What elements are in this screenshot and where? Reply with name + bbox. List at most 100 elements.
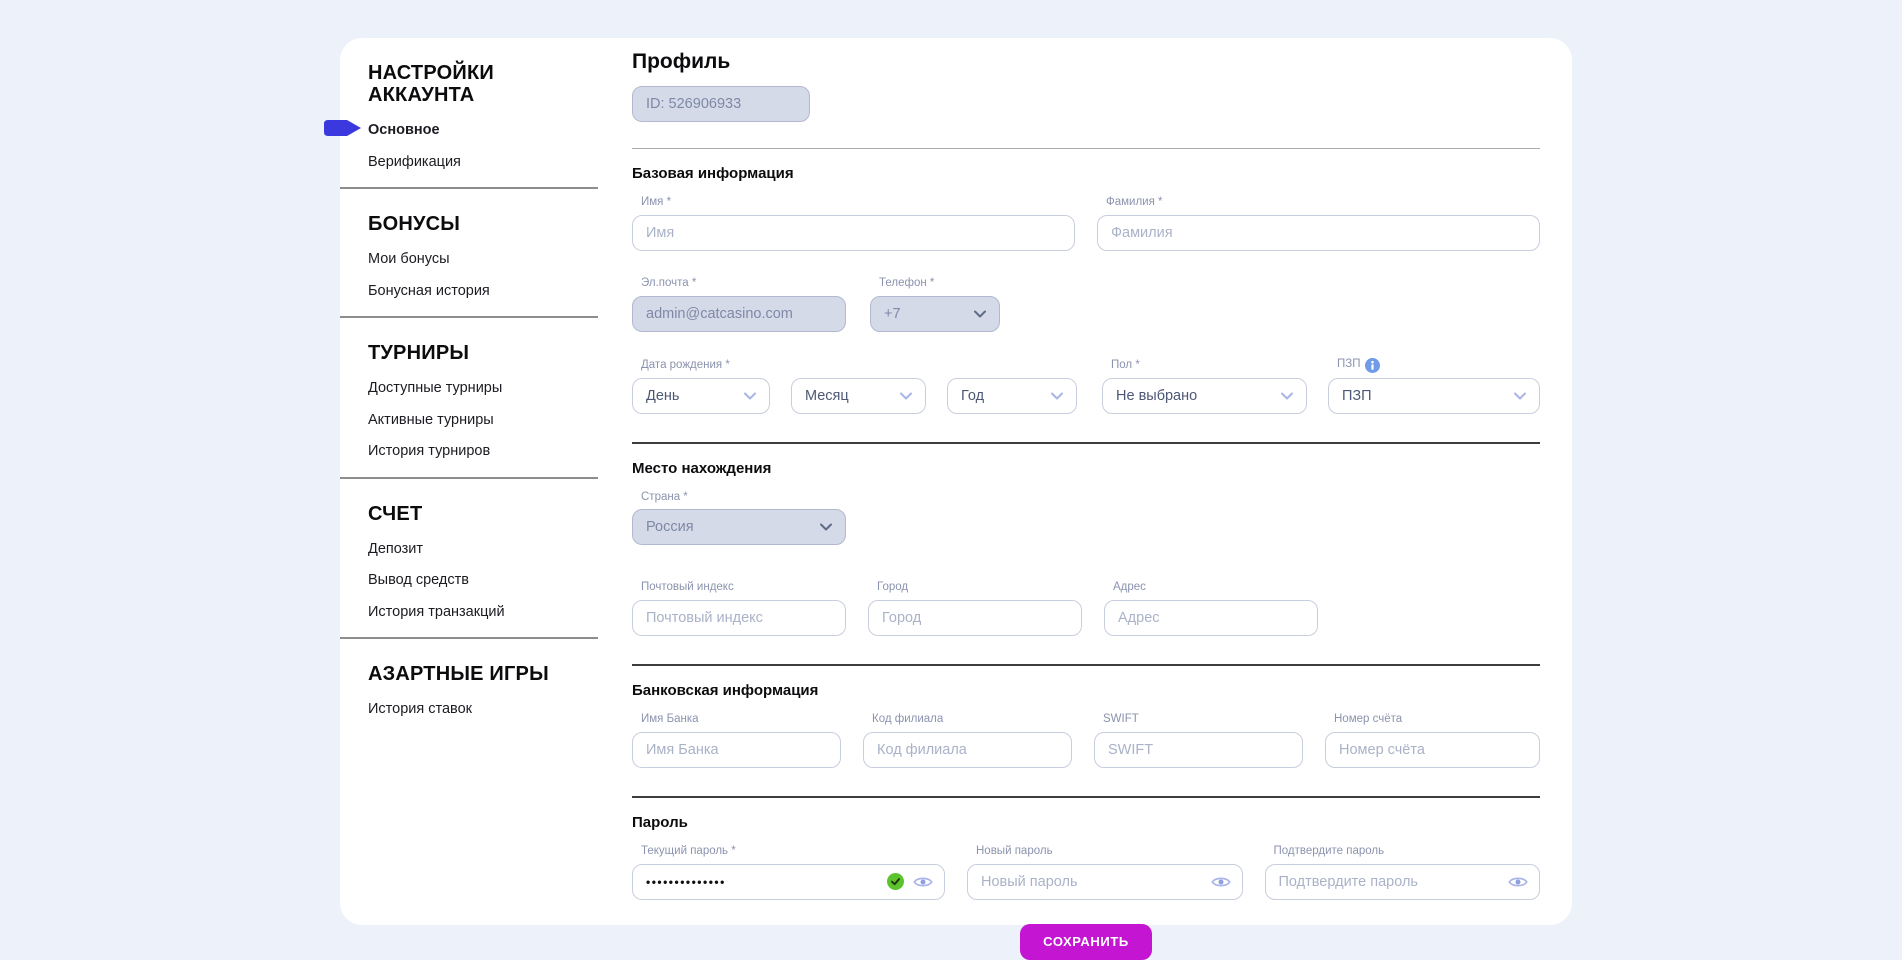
sidebar-group-bonuses: БОНУСЫ Мои бонусы Бонусная история [368, 199, 608, 318]
sidebar-group-title: НАСТРОЙКИ АККАУНТА [368, 62, 568, 106]
postal-code-label: Почтовый индекс [641, 581, 846, 595]
bank-name-label: Имя Банка [641, 713, 841, 727]
sidebar-item-label: Доступные турниры [368, 380, 502, 396]
birth-month-value: Месяц [805, 388, 849, 404]
birth-month-select[interactable]: Месяц [791, 378, 926, 414]
confirm-password-label: Подтвердите пароль [1274, 845, 1541, 859]
sidebar-item-label: Верификация [368, 154, 461, 170]
chevron-down-icon [900, 392, 912, 400]
pzp-label-text: ПЗП [1337, 358, 1360, 372]
country-value: Россия [646, 519, 694, 535]
email-field [632, 296, 846, 332]
account-number-label: Номер счёта [1334, 713, 1540, 727]
first-name-label: Имя * [641, 196, 1075, 210]
pzp-value: ПЗП [1342, 388, 1372, 404]
city-label: Город [877, 581, 1082, 595]
bank-name-input[interactable] [632, 732, 841, 768]
sidebar-item-label: История транзакций [368, 604, 505, 620]
birth-date-label: Дата рождения * [641, 359, 770, 373]
branch-code-label: Код филиала [872, 713, 1072, 727]
sidebar-item-bonus-history[interactable]: Бонусная история [368, 284, 608, 299]
sidebar-item-label: Основное [368, 122, 440, 138]
chevron-down-icon [820, 523, 832, 531]
basic-info-heading: Базовая информация [632, 165, 1540, 182]
sidebar-divider [340, 187, 598, 189]
section-divider [632, 796, 1540, 798]
postal-code-input[interactable] [632, 600, 846, 636]
birth-year-select[interactable]: Год [947, 378, 1077, 414]
current-password-label: Текущий пароль * [641, 845, 945, 859]
chevron-down-icon [974, 310, 986, 318]
gender-value: Не выбрано [1116, 388, 1197, 404]
first-name-input[interactable] [632, 215, 1075, 251]
phone-label: Телефон * [879, 277, 1000, 291]
sidebar-item-label: История ставок [368, 701, 472, 717]
sidebar-divider [340, 637, 598, 639]
phone-code-value: +7 [884, 306, 901, 322]
location-heading: Место нахождения [632, 460, 1540, 477]
sidebar-item-label: История турниров [368, 443, 490, 459]
pzp-label: ПЗП [1337, 358, 1540, 373]
page-title: Профиль [632, 50, 1540, 74]
eye-icon[interactable] [1508, 875, 1528, 889]
sidebar-item-deposit[interactable]: Депозит [368, 542, 608, 557]
sidebar-item-verification[interactable]: Верификация [368, 155, 608, 170]
section-divider [632, 148, 1540, 149]
profile-form: Профиль Базовая информация Имя * Фамилия… [632, 38, 1540, 960]
sidebar-item-withdrawal[interactable]: Вывод средств [368, 573, 608, 588]
save-button[interactable]: СОХРАНИТЬ [1020, 924, 1152, 960]
sidebar-divider [340, 477, 598, 479]
new-password-input[interactable] [967, 864, 1243, 900]
address-input[interactable] [1104, 600, 1318, 636]
chevron-down-icon [1514, 392, 1526, 400]
gender-label: Пол * [1111, 359, 1307, 373]
sidebar-item-active-tournaments[interactable]: Активные турниры [368, 413, 608, 428]
settings-card: НАСТРОЙКИ АККАУНТА Основное Верификация … [340, 38, 1572, 925]
sidebar-group-account-settings: НАСТРОЙКИ АККАУНТА Основное Верификация [368, 48, 608, 189]
sidebar: НАСТРОЙКИ АККАУНТА Основное Верификация … [368, 48, 608, 734]
section-divider [632, 442, 1540, 444]
bank-info-heading: Банковская информация [632, 682, 1540, 699]
birth-day-value: День [646, 388, 679, 404]
sidebar-item-label: Мои бонусы [368, 251, 450, 267]
chevron-down-icon [744, 392, 756, 400]
birth-year-value: Год [961, 388, 984, 404]
chevron-down-icon [1051, 392, 1063, 400]
chevron-down-icon [1281, 392, 1293, 400]
address-label: Адрес [1113, 581, 1318, 595]
sidebar-group-title: БОНУСЫ [368, 213, 568, 235]
sidebar-item-label: Активные турниры [368, 412, 494, 428]
sidebar-item-bet-history[interactable]: История ставок [368, 702, 608, 717]
info-icon[interactable] [1365, 358, 1380, 373]
sidebar-item-available-tournaments[interactable]: Доступные турниры [368, 381, 608, 396]
sidebar-item-my-bonuses[interactable]: Мои бонусы [368, 252, 608, 267]
sidebar-item-label: Вывод средств [368, 572, 469, 588]
email-label: Эл.почта * [641, 277, 846, 291]
confirm-password-input[interactable] [1265, 864, 1541, 900]
swift-input[interactable] [1094, 732, 1303, 768]
eye-icon[interactable] [1211, 875, 1231, 889]
sidebar-item-transaction-history[interactable]: История транзакций [368, 605, 608, 620]
gender-select[interactable]: Не выбрано [1102, 378, 1307, 414]
pzp-select[interactable]: ПЗП [1328, 378, 1540, 414]
sidebar-item-label: Депозит [368, 541, 423, 557]
account-number-input[interactable] [1325, 732, 1540, 768]
check-circle-icon [887, 873, 904, 890]
swift-label: SWIFT [1103, 713, 1303, 727]
country-label: Страна * [641, 491, 846, 505]
sidebar-item-label: Бонусная история [368, 283, 490, 299]
branch-code-input[interactable] [863, 732, 1072, 768]
last-name-input[interactable] [1097, 215, 1540, 251]
sidebar-group-gambling: АЗАРТНЫЕ ИГРЫ История ставок [368, 649, 608, 717]
phone-code-select: +7 [870, 296, 1000, 332]
city-input[interactable] [868, 600, 1082, 636]
sidebar-group-account: СЧЕТ Депозит Вывод средств История транз… [368, 489, 608, 640]
sidebar-group-title: ТУРНИРЫ [368, 342, 568, 364]
country-select: Россия [632, 509, 846, 545]
eye-icon[interactable] [913, 875, 933, 889]
sidebar-divider [340, 316, 598, 318]
birth-day-select[interactable]: День [632, 378, 770, 414]
sidebar-item-main[interactable]: Основное [368, 123, 608, 138]
last-name-label: Фамилия * [1106, 196, 1540, 210]
sidebar-item-tournament-history[interactable]: История турниров [368, 444, 608, 459]
